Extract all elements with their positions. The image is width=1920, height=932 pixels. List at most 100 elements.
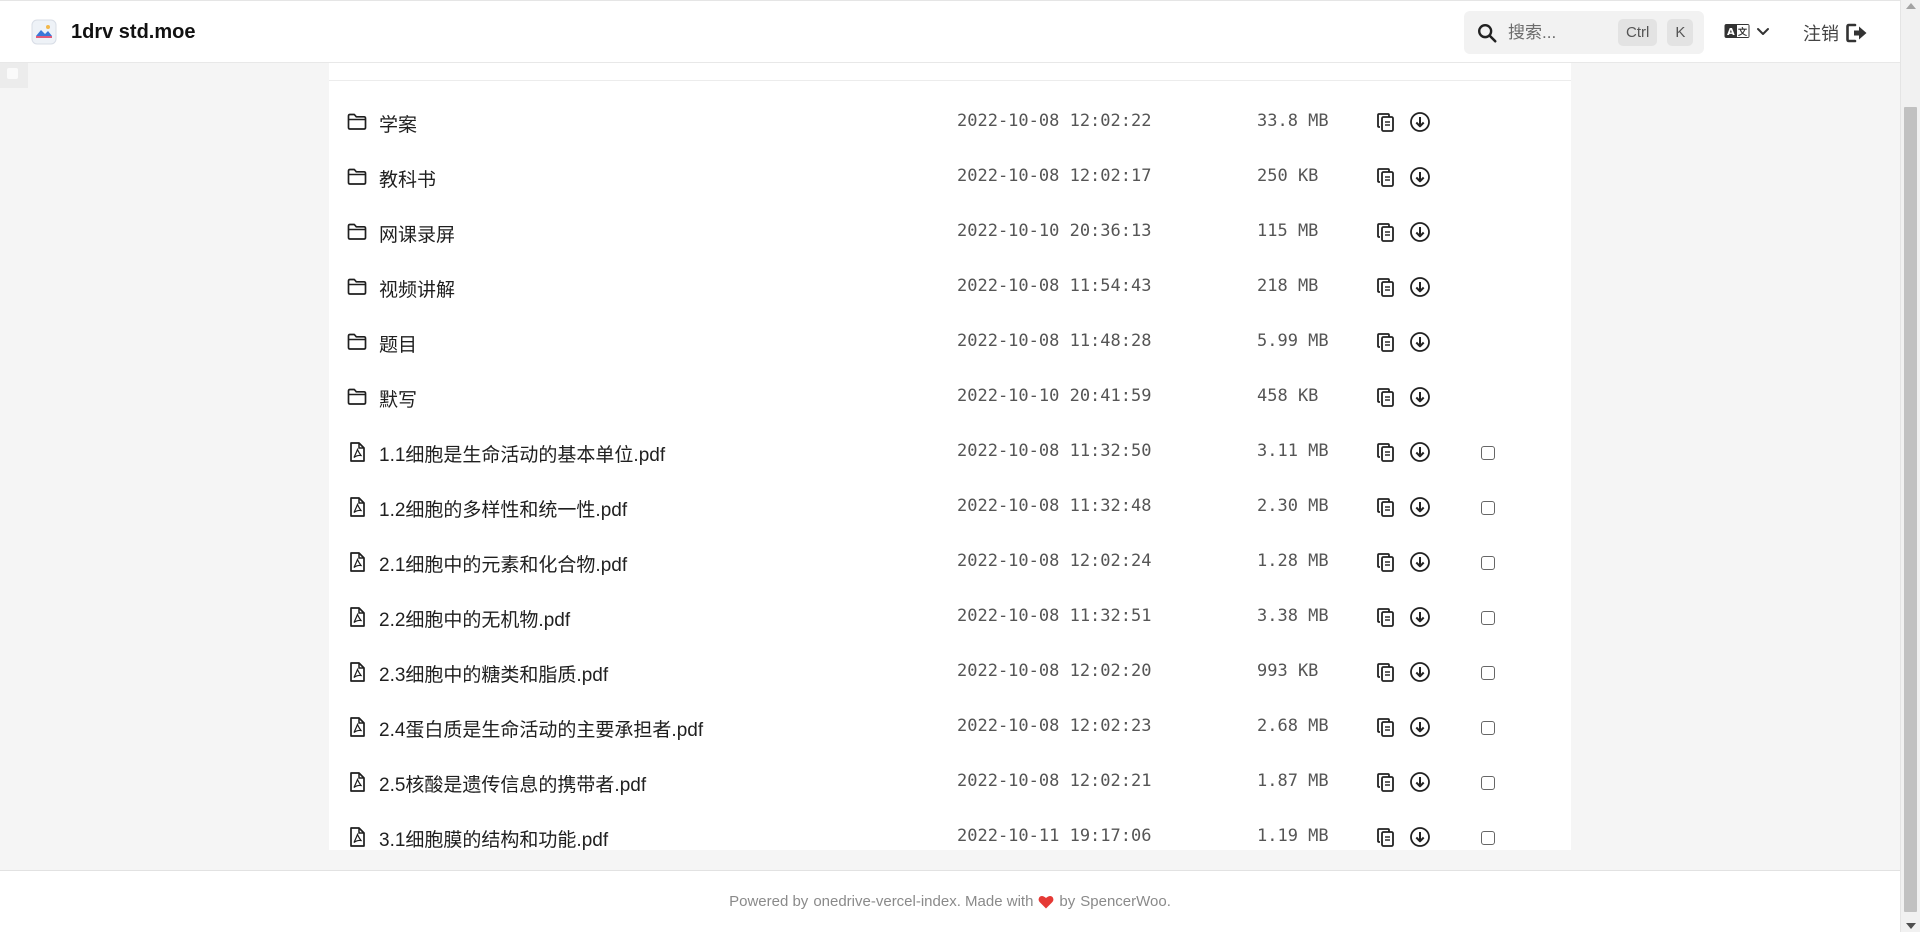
copy-link-icon[interactable] <box>1375 661 1397 683</box>
scroll-up-arrow-icon[interactable] <box>1906 3 1916 9</box>
select-checkbox[interactable] <box>1481 446 1495 460</box>
footer-project-link[interactable]: onedrive-vercel-index <box>813 893 956 910</box>
file-row[interactable]: 2.3细胞中的糖类和脂质.pdf 2022-10-08 12:02:20 993 K… <box>329 644 1571 699</box>
copy-link-icon[interactable] <box>1375 716 1397 738</box>
copy-link-icon[interactable] <box>1375 551 1397 573</box>
download-icon[interactable] <box>1409 111 1431 133</box>
file-modified-date: 2022-10-08 11:48:28 <box>957 331 1152 351</box>
footer-author-link[interactable]: SpencerWoo <box>1080 893 1166 910</box>
folder-row[interactable]: 默写 2022-10-10 20:41:59 458 KB <box>329 369 1571 424</box>
kbd-k: K <box>1667 19 1694 46</box>
file-name[interactable]: 题目 <box>379 330 417 357</box>
select-checkbox[interactable] <box>1481 611 1495 625</box>
download-icon[interactable] <box>1409 221 1431 243</box>
file-name[interactable]: 视频讲解 <box>379 275 455 302</box>
download-icon[interactable] <box>1409 771 1431 793</box>
file-modified-date: 2022-10-08 12:02:21 <box>957 771 1152 791</box>
top-navbar: 1drv std.moe Ctrl K A 文 注销 <box>0 0 1900 63</box>
copy-link-icon[interactable] <box>1375 606 1397 628</box>
select-checkbox[interactable] <box>1481 776 1495 790</box>
translate-icon: A 文 <box>1724 24 1750 38</box>
file-row[interactable]: 2.5核酸是遗传信息的携带者.pdf 2022-10-08 12:02:21 1.8… <box>329 754 1571 809</box>
download-icon[interactable] <box>1409 496 1431 518</box>
file-name[interactable]: 网课录屏 <box>379 220 455 247</box>
file-modified-date: 2022-10-08 11:32:48 <box>957 496 1152 516</box>
copy-link-icon[interactable] <box>1375 111 1397 133</box>
file-name[interactable]: 2.3细胞中的糖类和脂质.pdf <box>379 660 608 687</box>
copy-link-icon[interactable] <box>1375 276 1397 298</box>
select-checkbox[interactable] <box>1481 666 1495 680</box>
download-icon[interactable] <box>1409 166 1431 188</box>
search-icon <box>1478 23 1497 43</box>
file-size: 993 KB <box>1257 661 1319 681</box>
file-name[interactable]: 默写 <box>379 385 417 412</box>
footer-by: by <box>1059 893 1076 910</box>
copy-link-icon[interactable] <box>1375 331 1397 353</box>
file-name[interactable]: 3.1细胞膜的结构和功能.pdf <box>379 825 608 852</box>
svg-text:A: A <box>1727 27 1735 38</box>
download-icon[interactable] <box>1409 826 1431 848</box>
file-row[interactable]: 3.1细胞膜的结构和功能.pdf 2022-10-11 19:17:06 1.19 … <box>329 809 1571 864</box>
search-box[interactable]: Ctrl K <box>1464 11 1704 54</box>
file-modified-date: 2022-10-08 11:32:51 <box>957 606 1152 626</box>
select-checkbox[interactable] <box>1481 831 1495 845</box>
file-row[interactable]: 1.1细胞是生命活动的基本单位.pdf 2022-10-08 11:32:50 3.… <box>329 424 1571 479</box>
page-scrollbar[interactable] <box>1900 0 1920 932</box>
brand[interactable]: 1drv std.moe <box>31 19 195 45</box>
download-icon[interactable] <box>1409 551 1431 573</box>
file-name[interactable]: 学案 <box>379 110 417 137</box>
file-name[interactable]: 2.1细胞中的元素和化合物.pdf <box>379 550 627 577</box>
select-checkbox[interactable] <box>1481 721 1495 735</box>
file-size: 2.68 MB <box>1257 716 1329 736</box>
heart-icon <box>1038 895 1054 908</box>
folder-row[interactable]: 教科书 2022-10-08 12:02:17 250 KB <box>329 149 1571 204</box>
download-icon[interactable] <box>1409 716 1431 738</box>
copy-link-icon[interactable] <box>1375 221 1397 243</box>
pdf-file-icon <box>350 662 365 682</box>
file-name[interactable]: 2.5核酸是遗传信息的携带者.pdf <box>379 770 646 797</box>
file-name[interactable]: 2.2细胞中的无机物.pdf <box>379 605 570 632</box>
file-size: 5.99 MB <box>1257 331 1329 351</box>
pdf-file-icon <box>350 497 365 517</box>
folder-row[interactable]: 题目 2022-10-08 11:48:28 5.99 MB <box>329 314 1571 369</box>
logout-button[interactable]: 注销 <box>1803 20 1868 46</box>
file-row[interactable]: 2.2细胞中的无机物.pdf 2022-10-08 11:32:51 3.38 MB <box>329 589 1571 644</box>
folder-row[interactable]: 视频讲解 2022-10-08 11:54:43 218 MB <box>329 259 1571 314</box>
file-name[interactable]: 1.2细胞的多样性和统一性.pdf <box>379 495 627 522</box>
folder-row[interactable]: 网课录屏 2022-10-10 20:36:13 115 MB <box>329 204 1571 259</box>
download-icon[interactable] <box>1409 276 1431 298</box>
file-row[interactable]: 1.2细胞的多样性和统一性.pdf 2022-10-08 11:32:48 2.30… <box>329 479 1571 534</box>
file-row[interactable]: 2.4蛋白质是生命活动的主要承担者.pdf 2022-10-08 12:02:23… <box>329 699 1571 754</box>
copy-link-icon[interactable] <box>1375 771 1397 793</box>
select-checkbox[interactable] <box>1481 501 1495 515</box>
folder-row[interactable]: 学案 2022-10-08 12:02:22 33.8 MB <box>329 94 1571 149</box>
folder-icon <box>347 388 367 405</box>
copy-link-icon[interactable] <box>1375 441 1397 463</box>
language-switcher[interactable]: A 文 <box>1724 21 1770 41</box>
file-size: 2.30 MB <box>1257 496 1329 516</box>
copy-link-icon[interactable] <box>1375 386 1397 408</box>
download-icon[interactable] <box>1409 661 1431 683</box>
download-icon[interactable] <box>1409 441 1431 463</box>
copy-link-icon[interactable] <box>1375 166 1397 188</box>
select-checkbox[interactable] <box>1481 556 1495 570</box>
app-logo-icon <box>31 19 57 45</box>
download-icon[interactable] <box>1409 386 1431 408</box>
file-name[interactable]: 2.4蛋白质是生命活动的主要承担者.pdf <box>379 715 703 742</box>
search-input[interactable] <box>1508 22 1608 43</box>
file-size: 115 MB <box>1257 221 1319 241</box>
footer-made-with: . Made with <box>956 893 1034 910</box>
copy-link-icon[interactable] <box>1375 826 1397 848</box>
file-row[interactable]: 2.1细胞中的元素和化合物.pdf 2022-10-08 12:02:24 1.28… <box>329 534 1571 589</box>
download-icon[interactable] <box>1409 331 1431 353</box>
copy-link-icon[interactable] <box>1375 496 1397 518</box>
pdf-file-icon <box>350 552 365 572</box>
file-name[interactable]: 教科书 <box>379 165 436 192</box>
file-name[interactable]: 1.1细胞是生命活动的基本单位.pdf <box>379 440 665 467</box>
scroll-down-arrow-icon[interactable] <box>1906 923 1916 929</box>
pdf-file-icon <box>350 827 365 847</box>
scroll-thumb[interactable] <box>1904 107 1917 912</box>
download-icon[interactable] <box>1409 606 1431 628</box>
folder-icon <box>347 278 367 295</box>
svg-text:文: 文 <box>1737 26 1748 38</box>
